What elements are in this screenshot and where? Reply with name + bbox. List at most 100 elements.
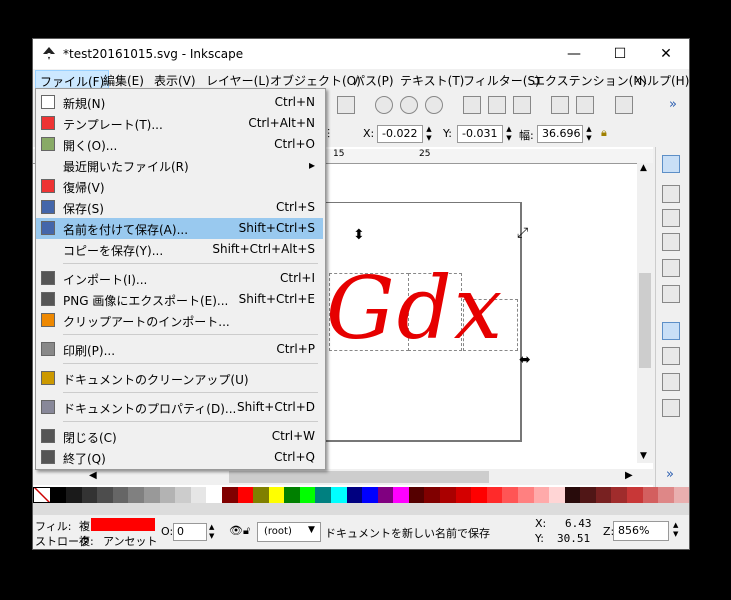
palette-swatch[interactable] <box>455 487 472 503</box>
palette-swatch[interactable] <box>673 487 689 503</box>
palette-swatch[interactable] <box>408 487 425 503</box>
opacity-spin-arrows[interactable]: ▲ ▼ <box>209 523 214 541</box>
snap-intersection-icon[interactable] <box>662 373 680 391</box>
x-input[interactable]: -0.022 <box>377 125 423 143</box>
lock-icon[interactable]: 🔒︎ <box>601 126 607 140</box>
palette-swatch[interactable] <box>112 487 129 503</box>
palette-swatch[interactable] <box>626 487 643 503</box>
file-menu-item[interactable]: 名前を付けて保存(A)... Shift+Ctrl+S <box>36 218 323 239</box>
vertical-scrollbar[interactable]: ▲ ▼ <box>637 163 653 463</box>
file-menu-item[interactable]: 終了(Q) Ctrl+Q <box>36 447 323 468</box>
palette-swatch[interactable] <box>268 487 285 503</box>
palette-swatch[interactable] <box>517 487 534 503</box>
palette-swatch[interactable] <box>50 487 67 503</box>
file-menu-item[interactable]: ドキュメントのプロパティ(D)... Shift+Ctrl+D <box>36 397 323 418</box>
menu-view[interactable]: 表示(V) <box>154 72 196 89</box>
scroll-left-icon[interactable]: ◀ <box>89 470 97 481</box>
palette-swatch[interactable] <box>97 487 113 503</box>
zoom-input[interactable]: 856% <box>613 521 669 541</box>
menu-edit[interactable]: 編集(E) <box>103 72 144 89</box>
palette-swatch[interactable] <box>611 487 627 503</box>
file-menu-item[interactable]: コピーを保存(Y)... Shift+Ctrl+Alt+S <box>36 239 323 260</box>
horizontal-scrollbar[interactable]: ◀ ▶ <box>33 469 653 485</box>
unlink-clone-icon[interactable] <box>513 96 531 114</box>
file-menu-item[interactable]: PNG 画像にエクスポート(E)... Shift+Ctrl+E <box>36 289 323 310</box>
palette-scrollbar[interactable] <box>33 503 689 515</box>
palette-swatch[interactable] <box>237 487 254 503</box>
zoom-spin-arrows[interactable]: ▲ ▼ <box>673 521 678 539</box>
palette-swatch[interactable] <box>549 487 565 503</box>
menu-extensions[interactable]: エクステンション(N) <box>533 72 647 89</box>
group-icon[interactable] <box>551 96 569 114</box>
palette-swatch[interactable] <box>502 487 518 503</box>
snap-nodes-icon[interactable] <box>662 322 680 340</box>
toolbar-more-icon[interactable]: » <box>669 97 677 112</box>
width-spin-arrows[interactable]: ▲ ▼ <box>584 125 594 143</box>
palette-swatch[interactable] <box>642 487 659 503</box>
canvas-text[interactable]: Gdx <box>326 259 504 359</box>
palette-swatch[interactable] <box>299 487 316 503</box>
file-menu-item[interactable]: クリップアートのインポート... <box>36 310 323 331</box>
opacity-input[interactable]: 0 <box>173 523 207 541</box>
snap-more-icon[interactable]: » <box>666 467 674 482</box>
palette-swatch[interactable] <box>221 487 238 503</box>
zoom-page-icon[interactable] <box>425 96 443 114</box>
duplicate-icon[interactable] <box>463 96 481 114</box>
palette-swatch[interactable] <box>315 487 331 503</box>
palette-swatch[interactable] <box>66 487 82 503</box>
palette-swatch[interactable] <box>486 487 503 503</box>
palette-swatch[interactable] <box>128 487 145 503</box>
palette-swatch[interactable] <box>330 487 347 503</box>
palette-swatch[interactable] <box>190 487 207 503</box>
close-button[interactable]: ✕ <box>643 39 689 69</box>
file-menu-item[interactable]: 開く(O)... Ctrl+O <box>36 134 323 155</box>
menu-layer[interactable]: レイヤー(L) <box>206 72 270 89</box>
palette-swatch[interactable] <box>284 487 300 503</box>
palette-swatch[interactable] <box>377 487 394 503</box>
scroll-down-icon[interactable]: ▼ <box>640 451 647 461</box>
palette-swatch[interactable] <box>564 487 581 503</box>
file-menu-item[interactable]: 復帰(V) <box>36 176 323 197</box>
menu-text[interactable]: テキスト(T) <box>400 72 464 89</box>
no-paint-swatch[interactable] <box>33 487 51 503</box>
menu-filters[interactable]: フィルター(S) <box>463 72 540 89</box>
menu-help[interactable]: ヘルプ(H) <box>635 72 689 89</box>
menu-object[interactable]: オブジェクト(O) <box>270 72 361 89</box>
palette-swatch[interactable] <box>595 487 612 503</box>
snap-bbox-corner-icon[interactable] <box>662 233 680 251</box>
scroll-thumb-h[interactable] <box>229 471 489 483</box>
palette-swatch[interactable] <box>175 487 191 503</box>
ungroup-icon[interactable] <box>576 96 594 114</box>
snap-bbox-center-icon[interactable] <box>662 285 680 303</box>
width-input[interactable]: 36.696 <box>537 125 583 143</box>
palette-swatch[interactable] <box>81 487 98 503</box>
chevron-down-icon[interactable]: ▼ <box>308 525 315 535</box>
palette-swatch[interactable] <box>159 487 176 503</box>
paste-icon[interactable] <box>337 96 355 114</box>
snap-bbox-edge-icon[interactable] <box>662 209 680 227</box>
file-menu-item[interactable]: ドキュメントのクリーンアップ(U) <box>36 368 323 389</box>
maximize-button[interactable]: ☐ <box>597 39 643 69</box>
palette-swatch[interactable] <box>658 487 674 503</box>
clone-icon[interactable] <box>488 96 506 114</box>
snap-path-icon[interactable] <box>662 347 680 365</box>
file-menu-item[interactable]: テンプレート(T)... Ctrl+Alt+N <box>36 113 323 134</box>
scroll-up-icon[interactable]: ▲ <box>640 163 647 173</box>
file-menu-item[interactable]: インポート(I)... Ctrl+I <box>36 268 323 289</box>
palette-swatch[interactable] <box>206 487 222 503</box>
snap-bbox-icon[interactable] <box>662 185 680 203</box>
file-menu-item[interactable]: 印刷(P)... Ctrl+P <box>36 339 323 360</box>
menu-path[interactable]: パス(P) <box>353 72 394 89</box>
palette-swatch[interactable] <box>393 487 409 503</box>
palette-swatch[interactable] <box>580 487 596 503</box>
scale-handle-top[interactable]: ⬍ <box>353 227 365 243</box>
palette-swatch[interactable] <box>424 487 441 503</box>
palette-swatch[interactable] <box>362 487 378 503</box>
y-spin-arrows[interactable]: ▲ ▼ <box>504 125 514 143</box>
palette-swatch[interactable] <box>471 487 487 503</box>
palette-swatch[interactable] <box>144 487 160 503</box>
scroll-thumb[interactable] <box>639 273 651 368</box>
fill-swatch[interactable] <box>91 518 155 531</box>
file-menu-item[interactable]: 新規(N) Ctrl+N <box>36 92 323 113</box>
zoom-selection-icon[interactable] <box>375 96 393 114</box>
